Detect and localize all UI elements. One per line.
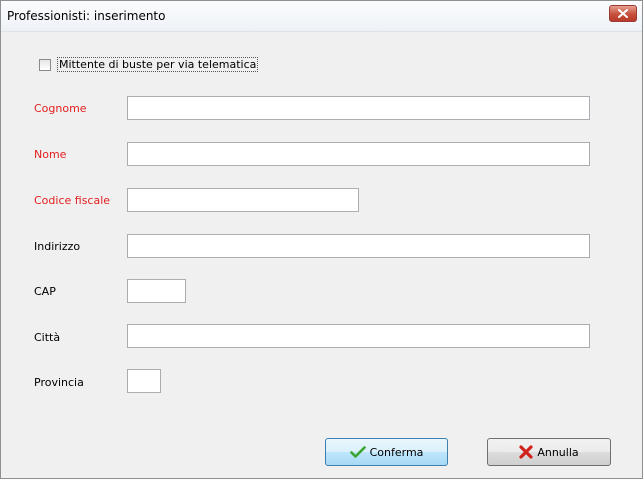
nome-label: Nome: [34, 148, 67, 161]
cap-input[interactable]: [127, 279, 186, 303]
close-icon: [618, 9, 628, 18]
close-button[interactable]: [609, 5, 637, 22]
cap-label: CAP: [34, 285, 56, 298]
telematic-sender-option[interactable]: Mittente di buste per via telematica: [39, 57, 259, 72]
provincia-label: Provincia: [34, 376, 84, 389]
cognome-label: Cognome: [34, 102, 87, 115]
citta-label: Città: [34, 331, 61, 344]
confirm-label: Conferma: [369, 445, 424, 459]
indirizzo-input[interactable]: [127, 234, 590, 258]
cognome-input[interactable]: [127, 96, 590, 120]
dialog-window: Professionisti: inserimento Mittente di …: [0, 0, 643, 479]
codice-fiscale-label: Codice fiscale: [34, 194, 111, 207]
telematic-sender-label[interactable]: Mittente di buste per via telematica: [57, 57, 259, 72]
window-title: Professionisti: inserimento: [7, 9, 166, 23]
red-x-icon: [519, 445, 533, 459]
cancel-button[interactable]: Annulla: [487, 438, 611, 466]
confirm-button[interactable]: Conferma: [325, 438, 448, 466]
indirizzo-label: Indirizzo: [34, 240, 81, 253]
checkmark-icon: [349, 446, 366, 458]
cancel-label: Annulla: [537, 445, 579, 459]
nome-input[interactable]: [127, 142, 590, 166]
codice-fiscale-input[interactable]: [127, 188, 359, 212]
citta-input[interactable]: [127, 324, 590, 348]
dialog-body: Mittente di buste per via telematica Cog…: [1, 32, 642, 478]
title-bar: Professionisti: inserimento: [1, 1, 642, 32]
provincia-input[interactable]: [127, 369, 161, 393]
telematic-sender-checkbox[interactable]: [39, 58, 51, 71]
